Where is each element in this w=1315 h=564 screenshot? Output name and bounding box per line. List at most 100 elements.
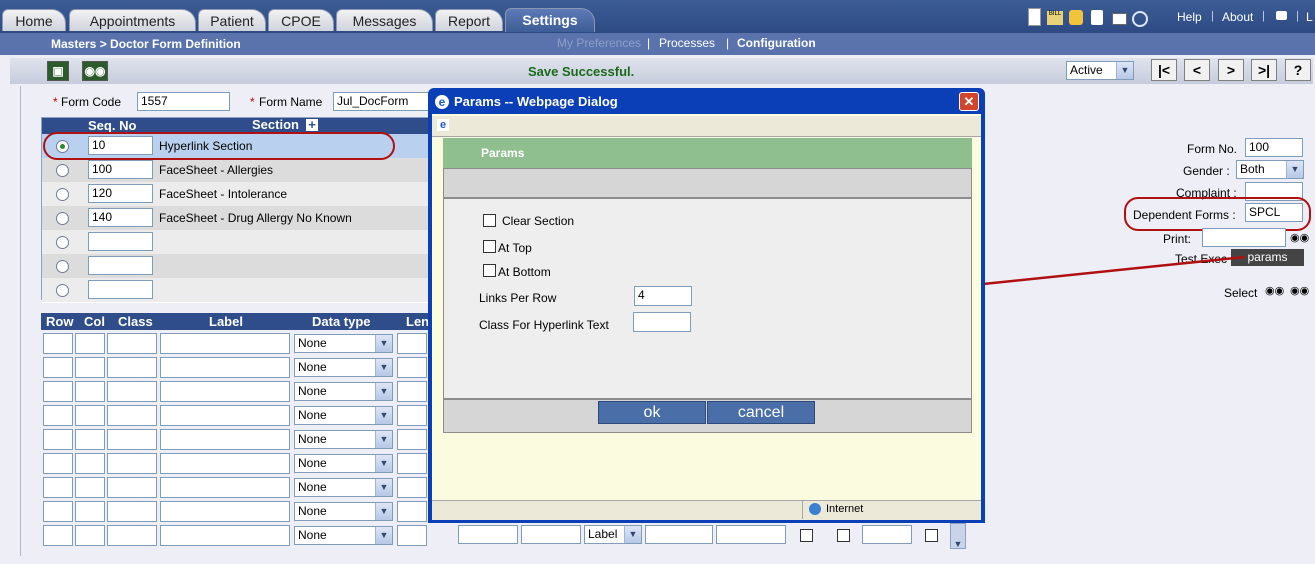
field-cell[interactable] <box>716 525 786 544</box>
search-icon[interactable] <box>1132 11 1148 27</box>
field-cell[interactable] <box>75 477 105 498</box>
data-type-select[interactable]: None ▼ <box>294 334 393 353</box>
field-cell[interactable] <box>107 501 157 522</box>
field-cell[interactable] <box>107 429 157 450</box>
links-per-row-input[interactable]: 4 <box>634 286 692 306</box>
section-radio[interactable] <box>56 284 69 297</box>
field-cell[interactable] <box>160 405 290 426</box>
form-code-input[interactable]: 1557 <box>137 92 230 111</box>
clear-section-checkbox[interactable] <box>483 214 496 227</box>
subnav-my-preferences[interactable]: My Preferences <box>557 36 641 50</box>
field-checkbox[interactable] <box>837 529 850 542</box>
field-cell[interactable] <box>397 405 427 426</box>
first-record-button[interactable]: |< <box>1151 59 1177 81</box>
field-cell[interactable] <box>107 477 157 498</box>
section-radio[interactable] <box>56 188 69 201</box>
field-cell[interactable] <box>107 381 157 402</box>
field-cell[interactable] <box>160 501 290 522</box>
user-group-icon[interactable] <box>1069 10 1083 25</box>
status-select[interactable]: Active ▼ <box>1066 61 1134 80</box>
field-cell[interactable] <box>75 525 105 546</box>
previous-record-button[interactable]: < <box>1184 59 1210 81</box>
seq-no-input[interactable]: 140 <box>88 208 153 227</box>
seq-no-input[interactable]: 120 <box>88 184 153 203</box>
field-cell[interactable] <box>43 405 73 426</box>
data-type-select[interactable]: None ▼ <box>294 430 393 449</box>
field-cell[interactable] <box>107 525 157 546</box>
section-radio[interactable] <box>56 236 69 249</box>
label-type-select[interactable]: Label ▼ <box>584 525 642 544</box>
tab-cpoe[interactable]: CPOE <box>268 9 334 31</box>
field-cell[interactable] <box>43 429 73 450</box>
field-cell[interactable] <box>75 501 105 522</box>
field-cell[interactable] <box>458 525 518 544</box>
help-button[interactable]: ? <box>1285 59 1311 81</box>
subnav-configuration[interactable]: Configuration <box>737 36 816 50</box>
field-cell[interactable] <box>75 357 105 378</box>
field-cell[interactable] <box>107 453 157 474</box>
field-cell[interactable] <box>43 453 73 474</box>
next-record-button[interactable]: > <box>1218 59 1244 81</box>
tab-messages[interactable]: Messages <box>336 9 433 31</box>
seq-no-input[interactable] <box>88 256 153 275</box>
field-cell[interactable] <box>43 357 73 378</box>
mail-icon[interactable] <box>1112 13 1127 25</box>
add-section-icon[interactable]: + <box>306 118 318 131</box>
field-checkbox[interactable] <box>800 529 813 542</box>
about-link[interactable]: About <box>1222 10 1253 24</box>
gender-select[interactable]: Both ▼ <box>1236 160 1304 179</box>
field-cell[interactable] <box>75 453 105 474</box>
field-cell[interactable] <box>397 333 427 354</box>
field-cell[interactable] <box>397 477 427 498</box>
field-cell[interactable] <box>107 405 157 426</box>
tab-patient[interactable]: Patient <box>198 9 266 31</box>
document-icon[interactable] <box>1028 8 1041 26</box>
seq-no-input[interactable]: 100 <box>88 160 153 179</box>
help-link[interactable]: Help <box>1177 10 1202 24</box>
cancel-button[interactable]: cancel <box>707 401 815 424</box>
scrollbar-down[interactable]: ▼ <box>950 523 966 549</box>
tab-report[interactable]: Report <box>435 9 503 31</box>
seq-no-input[interactable] <box>88 232 153 251</box>
field-checkbox[interactable] <box>925 529 938 542</box>
section-radio[interactable] <box>56 164 69 177</box>
data-type-select[interactable]: None ▼ <box>294 502 393 521</box>
form-no-input[interactable]: 100 <box>1245 138 1303 157</box>
field-cell[interactable] <box>397 381 427 402</box>
data-type-select[interactable]: None ▼ <box>294 382 393 401</box>
field-cell[interactable] <box>75 381 105 402</box>
field-cell[interactable] <box>862 525 912 544</box>
person-icon[interactable] <box>1091 10 1103 25</box>
at-top-checkbox[interactable] <box>483 240 496 253</box>
bill-icon[interactable]: BILL <box>1047 11 1063 25</box>
tab-settings[interactable]: Settings <box>505 8 595 32</box>
section-radio[interactable] <box>56 212 69 225</box>
field-cell[interactable] <box>160 429 290 450</box>
section-radio[interactable] <box>56 260 69 273</box>
last-record-button[interactable]: >| <box>1251 59 1277 81</box>
field-cell[interactable] <box>43 477 73 498</box>
data-type-select[interactable]: None ▼ <box>294 358 393 377</box>
data-type-select[interactable]: None ▼ <box>294 454 393 473</box>
field-cell[interactable] <box>75 429 105 450</box>
field-cell[interactable] <box>397 357 427 378</box>
binoculars-icon[interactable]: ◉◉ <box>1265 284 1284 297</box>
field-cell[interactable] <box>397 453 427 474</box>
binoculars-icon[interactable]: ◉◉ <box>1290 231 1309 244</box>
field-cell[interactable] <box>160 453 290 474</box>
field-cell[interactable] <box>160 333 290 354</box>
binoculars-icon[interactable]: ◉◉ <box>1290 284 1309 297</box>
data-type-select[interactable]: None ▼ <box>294 478 393 497</box>
close-button[interactable]: ✕ <box>959 92 979 111</box>
field-cell[interactable] <box>160 381 290 402</box>
data-type-select[interactable]: None ▼ <box>294 526 393 545</box>
field-cell[interactable] <box>397 525 427 546</box>
new-button[interactable]: ▣ <box>47 61 69 81</box>
class-hyperlink-input[interactable] <box>633 312 691 332</box>
field-cell[interactable] <box>75 333 105 354</box>
field-cell[interactable] <box>160 357 290 378</box>
field-cell[interactable] <box>160 525 290 546</box>
field-cell[interactable] <box>43 381 73 402</box>
field-cell[interactable] <box>645 525 713 544</box>
logout-link[interactable]: L <box>1306 10 1313 24</box>
